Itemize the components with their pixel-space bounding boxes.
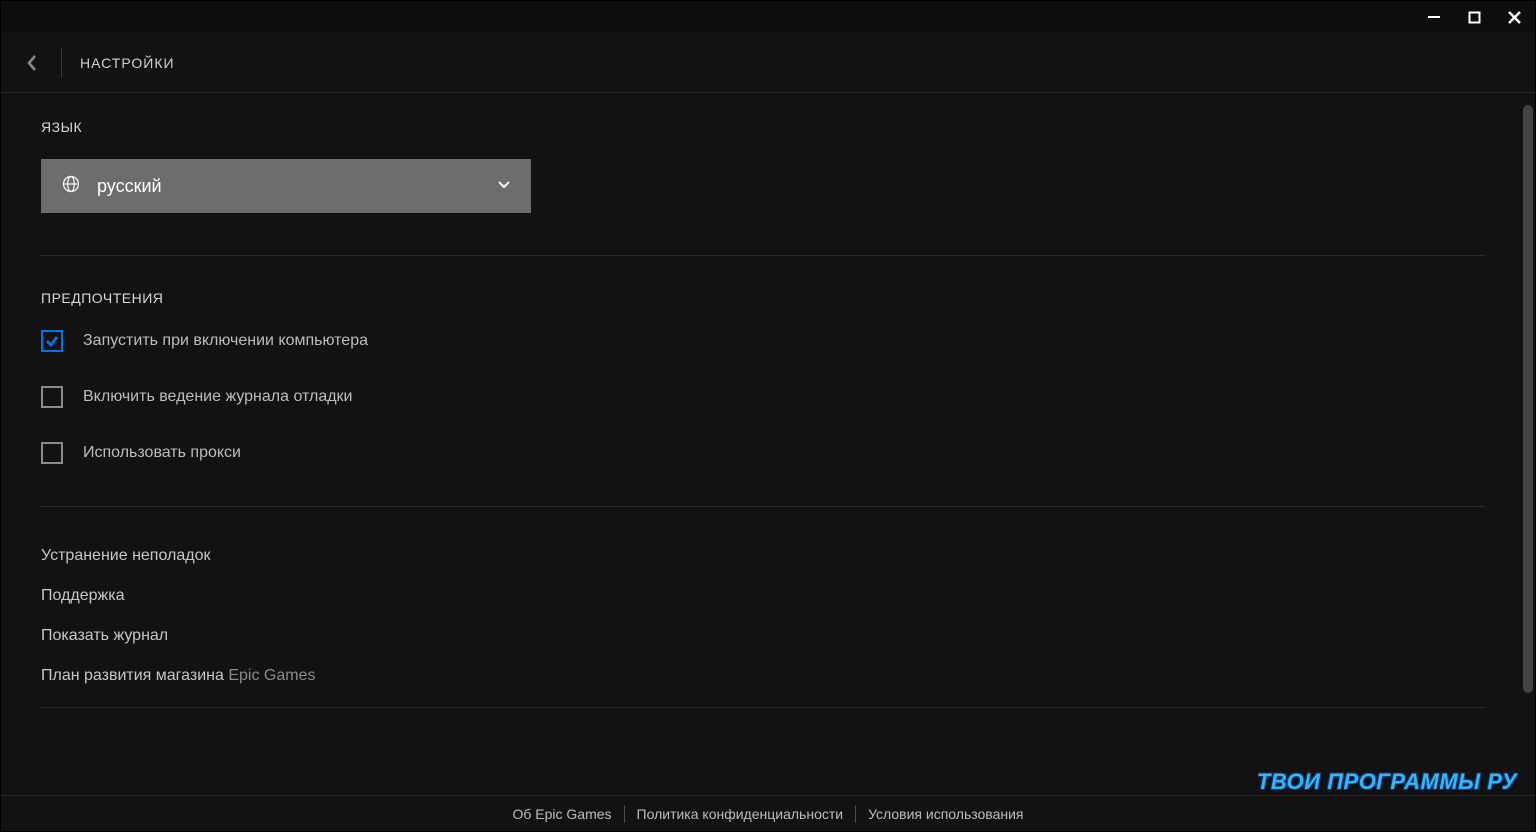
language-select[interactable]: русский bbox=[41, 159, 531, 213]
link-roadmap-brand: Epic Games bbox=[228, 667, 315, 684]
links-block: Устранение неполадок Поддержка Показать … bbox=[41, 541, 1485, 685]
titlebar bbox=[1, 1, 1535, 33]
page-title: НАСТРОЙКИ bbox=[80, 55, 175, 71]
footer-terms-link[interactable]: Условия использования bbox=[868, 806, 1023, 822]
link-show-log[interactable]: Показать журнал bbox=[41, 627, 1485, 645]
maximize-button[interactable] bbox=[1465, 8, 1483, 26]
section-divider bbox=[41, 707, 1485, 708]
footer-about-link[interactable]: Об Epic Games bbox=[513, 806, 612, 822]
language-selected-label: русский bbox=[97, 176, 162, 197]
pref-label: Включить ведение журнала отладки bbox=[83, 388, 352, 406]
section-divider bbox=[41, 255, 1485, 256]
pref-label: Запустить при включении компьютера bbox=[83, 332, 368, 350]
header-divider bbox=[61, 48, 62, 78]
link-troubleshooting[interactable]: Устранение неполадок bbox=[41, 547, 1485, 565]
scrollbar[interactable] bbox=[1523, 105, 1533, 789]
pref-label: Использовать прокси bbox=[83, 444, 241, 462]
close-button[interactable] bbox=[1505, 8, 1523, 26]
close-icon bbox=[1507, 10, 1522, 25]
page-body: ЯЗЫК русский ПРЕДПОЧТЕНИЯ Запусти bbox=[1, 93, 1535, 831]
scrollbar-thumb[interactable] bbox=[1523, 105, 1533, 693]
link-roadmap-text: План развития магазина bbox=[41, 667, 228, 684]
scroll-area[interactable]: ЯЗЫК русский ПРЕДПОЧТЕНИЯ Запусти bbox=[1, 93, 1525, 795]
link-support[interactable]: Поддержка bbox=[41, 587, 1485, 605]
checkbox-debug-log[interactable] bbox=[41, 386, 63, 408]
footer-divider bbox=[624, 805, 625, 823]
app-window: НАСТРОЙКИ ЯЗЫК русский ПРЕДПОЧТЕНИЯ bbox=[0, 0, 1536, 832]
preferences-heading: ПРЕДПОЧТЕНИЯ bbox=[41, 290, 1485, 306]
language-heading: ЯЗЫК bbox=[41, 119, 1485, 135]
footer: Об Epic Games Политика конфиденциальност… bbox=[1, 795, 1535, 831]
checkbox-run-on-startup[interactable] bbox=[41, 330, 63, 352]
pref-row-debug-log[interactable]: Включить ведение журнала отладки bbox=[41, 386, 1485, 408]
link-roadmap[interactable]: План развития магазина Epic Games bbox=[41, 667, 1485, 685]
maximize-icon bbox=[1468, 11, 1481, 24]
checkbox-proxy[interactable] bbox=[41, 442, 63, 464]
back-button[interactable] bbox=[21, 52, 43, 74]
minimize-icon bbox=[1427, 10, 1441, 24]
footer-privacy-link[interactable]: Политика конфиденциальности bbox=[637, 806, 844, 822]
minimize-button[interactable] bbox=[1425, 8, 1443, 26]
section-divider bbox=[41, 506, 1485, 507]
pref-row-run-on-startup[interactable]: Запустить при включении компьютера bbox=[41, 330, 1485, 352]
checkmark-icon bbox=[45, 334, 59, 348]
pref-row-proxy[interactable]: Использовать прокси bbox=[41, 442, 1485, 464]
page-header: НАСТРОЙКИ bbox=[1, 33, 1535, 93]
chevron-left-icon bbox=[25, 53, 39, 73]
globe-icon bbox=[61, 174, 81, 199]
footer-divider bbox=[855, 805, 856, 823]
chevron-down-icon bbox=[497, 177, 511, 195]
